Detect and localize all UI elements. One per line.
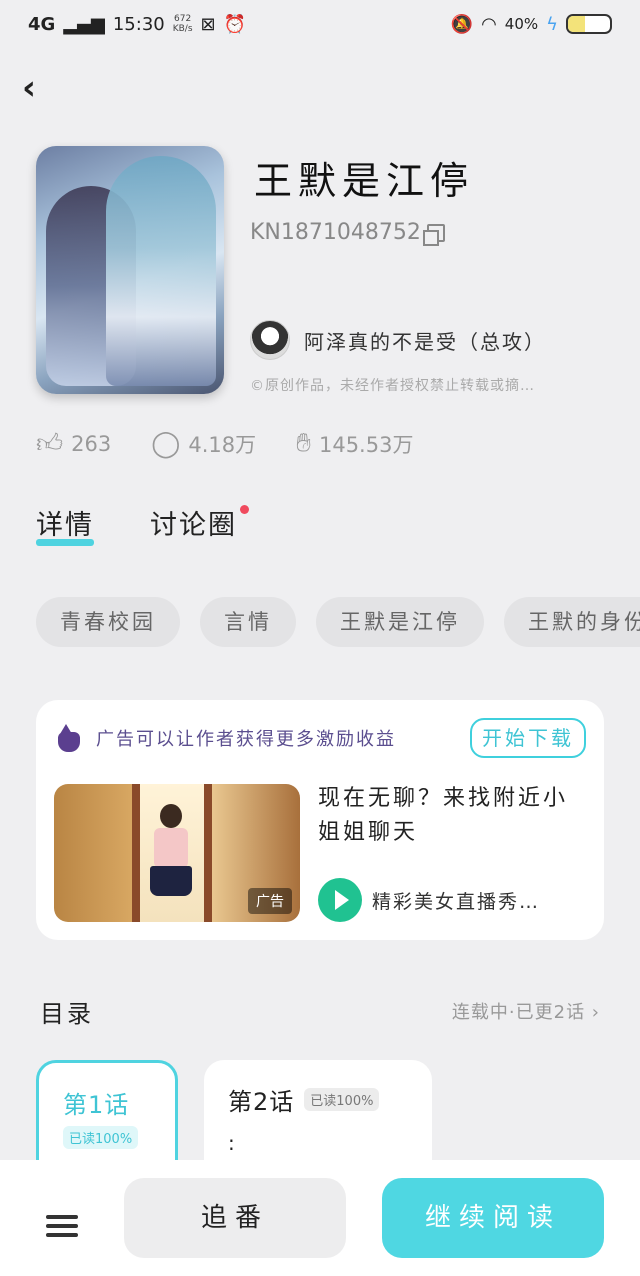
- back-arrow-icon[interactable]: ‹: [22, 68, 62, 108]
- ad-image-person: [146, 804, 196, 922]
- thumbs-up-icon[interactable]: 👍︎: [36, 428, 63, 459]
- popularity-stat: ✋︎ 145.53万: [296, 428, 413, 459]
- toc-status-link[interactable]: 连载中·已更2话 ›: [452, 998, 600, 1024]
- hand-icon: ✋︎: [296, 428, 311, 458]
- author-name[interactable]: 阿泽真的不是受（总攻）: [304, 326, 546, 355]
- cat-logo-icon: [54, 722, 86, 754]
- battery-icon: [566, 14, 612, 34]
- like-count: 263: [71, 431, 112, 456]
- ad-image[interactable]: 广告: [54, 784, 300, 922]
- detail-tabs: 详情 讨论圈: [36, 503, 249, 546]
- tab-discussion[interactable]: 讨论圈: [150, 503, 249, 542]
- mute-icon: 🔕: [450, 13, 474, 35]
- popularity-count: 145.53万: [318, 432, 414, 457]
- toc-heading: 目录: [40, 1000, 94, 1028]
- tag-chip[interactable]: 青春校园: [36, 597, 180, 647]
- wifi-icon: ◠: [481, 13, 497, 35]
- ad-header-text: 广告可以让作者获得更多激励收益: [96, 729, 396, 750]
- ad-card[interactable]: 广告可以让作者获得更多激励收益 开始下载 广告 现在无聊？来找附近小姐姐聊天 精…: [36, 700, 604, 940]
- alarm-icon: ⏰: [223, 13, 247, 35]
- book-cover[interactable]: [36, 146, 224, 394]
- start-download-button[interactable]: 开始下载: [470, 718, 586, 758]
- book-id: KN1871048752: [250, 220, 421, 245]
- tag-list: 青春校园 言情 王默是江停 王默的身份: [36, 597, 640, 647]
- charging-icon: ϟ: [546, 13, 558, 35]
- battery-percent: 40%: [504, 15, 539, 33]
- book-id-row: KN1871048752: [250, 220, 445, 246]
- chapter-read-badge: 已读100%: [63, 1126, 139, 1149]
- net-speed-value: 672: [174, 14, 192, 24]
- clock: 15:30: [112, 13, 165, 35]
- ad-title[interactable]: 现在无聊？来找附近小姐姐聊天: [318, 782, 588, 850]
- author-avatar[interactable]: [250, 320, 290, 360]
- net-speed-unit: KB/s: [172, 24, 193, 34]
- app-notification-icon: ⊠: [200, 13, 216, 35]
- chapter-snippet: :: [228, 1131, 235, 1155]
- ad-header: 广告可以让作者获得更多激励收益: [54, 722, 396, 754]
- chapter-read-badge: 已读100%: [304, 1088, 380, 1111]
- tag-chip[interactable]: 王默是江停: [316, 597, 484, 647]
- menu-icon[interactable]: [46, 1215, 78, 1239]
- author-row[interactable]: 阿泽真的不是受（总攻）: [250, 320, 546, 360]
- tag-chip[interactable]: 王默的身份: [504, 597, 640, 647]
- status-bar: 4G ▂▄▆ 15:30 672 KB/s ⊠ ⏰ 🔕 ◠ 40% ϟ: [0, 0, 640, 48]
- chapter-name: 第1话: [63, 1091, 130, 1119]
- comment-count: 4.18万: [188, 432, 257, 457]
- tab-discussion-label: 讨论圈: [150, 510, 237, 541]
- ad-badge: 广告: [248, 888, 292, 914]
- battery-fill: [568, 16, 585, 32]
- cover-figure-right: [106, 156, 216, 386]
- ad-app-row[interactable]: 精彩美女直播秀…: [318, 878, 540, 922]
- tag-chip[interactable]: 言情: [200, 597, 296, 647]
- tab-details[interactable]: 详情: [36, 503, 94, 546]
- play-icon: [318, 878, 362, 922]
- like-stat[interactable]: 👍︎ 263: [36, 428, 111, 459]
- network-indicator: 4G: [28, 13, 56, 35]
- book-title: 王默是江停: [254, 159, 475, 203]
- tab-details-label: 详情: [36, 510, 94, 541]
- net-speed: 672 KB/s: [173, 14, 193, 34]
- ad-app-name: 精彩美女直播秀…: [372, 890, 541, 913]
- comment-stat[interactable]: ◯ 4.18万: [151, 429, 256, 459]
- follow-button[interactable]: 追番: [124, 1178, 346, 1258]
- stats-row: 👍︎ 263 ◯ 4.18万 ✋︎ 145.53万: [36, 428, 453, 459]
- signal-icon: ▂▄▆: [63, 13, 105, 35]
- chapter-name: 第2话: [228, 1088, 295, 1116]
- copyright-notice: ©原创作品，未经作者授权禁止转载或摘…: [250, 378, 535, 394]
- new-indicator-dot: [240, 505, 249, 514]
- continue-reading-button[interactable]: 继续阅读: [382, 1178, 604, 1258]
- comment-bubble-icon[interactable]: ◯: [151, 429, 180, 459]
- copy-icon[interactable]: [422, 223, 445, 246]
